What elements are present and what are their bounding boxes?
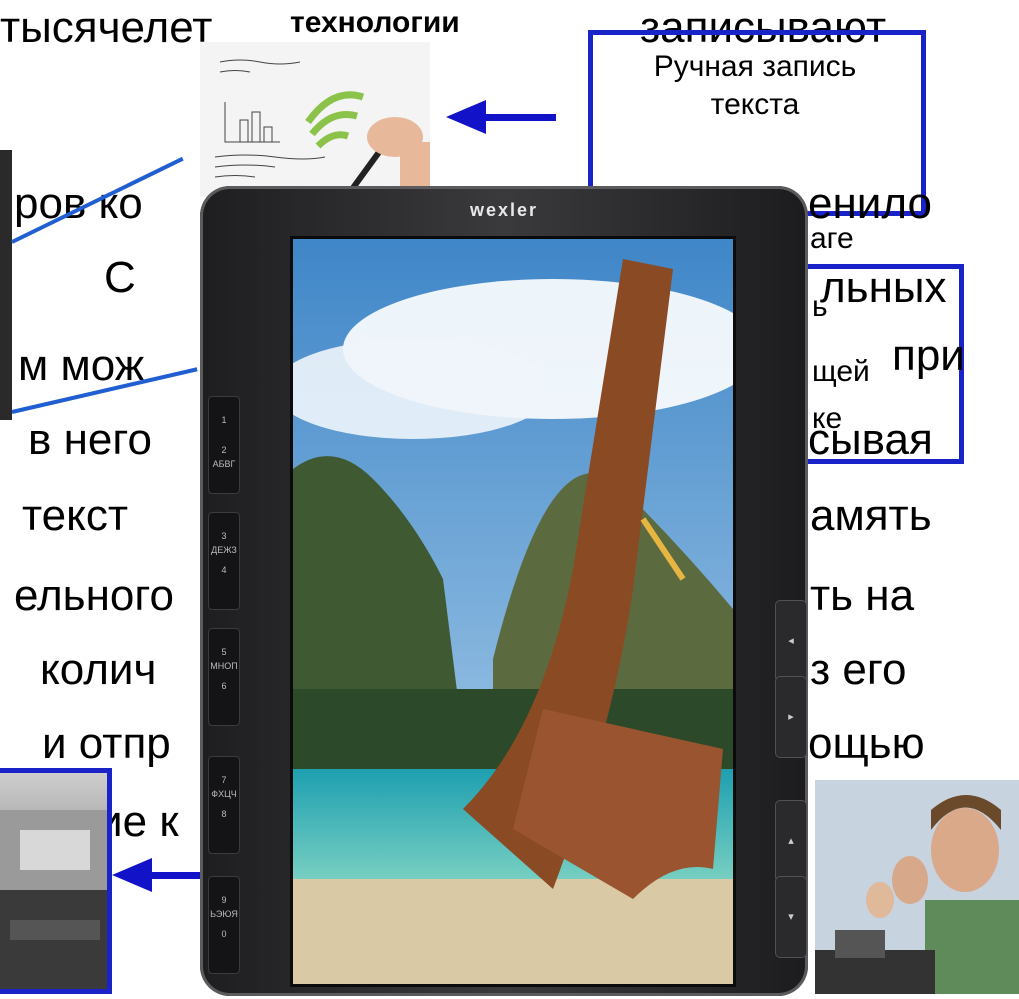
key-3-label: 3	[221, 531, 227, 541]
key-1-label: 1	[221, 415, 227, 425]
nav-right-key[interactable]: ▸	[775, 676, 807, 758]
bg-right-3: при	[892, 331, 965, 380]
arrow-head-printer	[112, 858, 152, 892]
arrow-head-left	[446, 100, 486, 134]
side-key-5-6[interactable]: 5 МНОП 6	[208, 628, 240, 726]
beach-boat-image	[293, 239, 733, 984]
key-5-label: 5	[221, 647, 227, 657]
printer-callout-box	[0, 768, 112, 994]
people-computers-photo	[815, 780, 1019, 994]
bg-right-7: з его	[810, 645, 907, 694]
key-6-label: 6	[221, 681, 227, 691]
side-key-1-2[interactable]: 1 2 АБВГ	[208, 396, 240, 494]
handwriting-illustration	[200, 42, 430, 197]
bg-right-1: енило	[808, 179, 932, 228]
key-8-label: 8	[221, 809, 227, 819]
arrow-to-printer	[150, 872, 202, 879]
ebook-reader-device: wexler 1 2 АБВГ 3 ДЕЖЗ 4 5 МНОП 6 7 ФХЦЧ…	[200, 186, 808, 996]
nav-down-key[interactable]: ▾	[775, 876, 807, 958]
handwriting-callout-text: Ручная запись текста	[653, 50, 857, 121]
nav-up-key[interactable]: ▴	[775, 800, 807, 882]
bg-right-2: льных	[820, 263, 947, 312]
side-key-9-0[interactable]: 9 ЬЭЮЯ 0	[208, 876, 240, 974]
device-screen	[290, 236, 736, 987]
key-4-label: 4	[221, 565, 227, 575]
key-3-letters: ДЕЖЗ	[211, 545, 237, 555]
key-7-label: 7	[221, 775, 227, 785]
left-edge-frame	[0, 150, 12, 420]
title-left-text: тысячелет	[0, 3, 213, 52]
nav-left-key[interactable]: ◂	[775, 600, 807, 682]
handwriting-photo	[200, 42, 430, 197]
bg-right-6: ть на	[810, 571, 915, 620]
people-illustration	[815, 780, 1019, 994]
key-2-letters: АБВГ	[212, 459, 236, 469]
key-7-letters: ФХЦЧ	[211, 789, 237, 799]
bg-right-8: ощью	[808, 719, 925, 768]
key-0-label: 0	[221, 929, 227, 939]
side-key-3-4[interactable]: 3 ДЕЖЗ 4	[208, 512, 240, 610]
bg-right-4: сывая	[808, 415, 933, 464]
key-2-label: 2	[221, 445, 227, 455]
side-key-7-8[interactable]: 7 ФХЦЧ 8	[208, 756, 240, 854]
arrow-to-handwriting	[480, 114, 556, 121]
title-bold-technology: технологии	[290, 6, 460, 39]
key-9-label: 9	[221, 895, 227, 905]
bg-right-5: амять	[810, 491, 932, 540]
key-9-letters: ЬЭЮЯ	[210, 909, 238, 919]
device-brand: wexler	[469, 200, 539, 220]
key-5-letters: МНОП	[210, 661, 238, 671]
